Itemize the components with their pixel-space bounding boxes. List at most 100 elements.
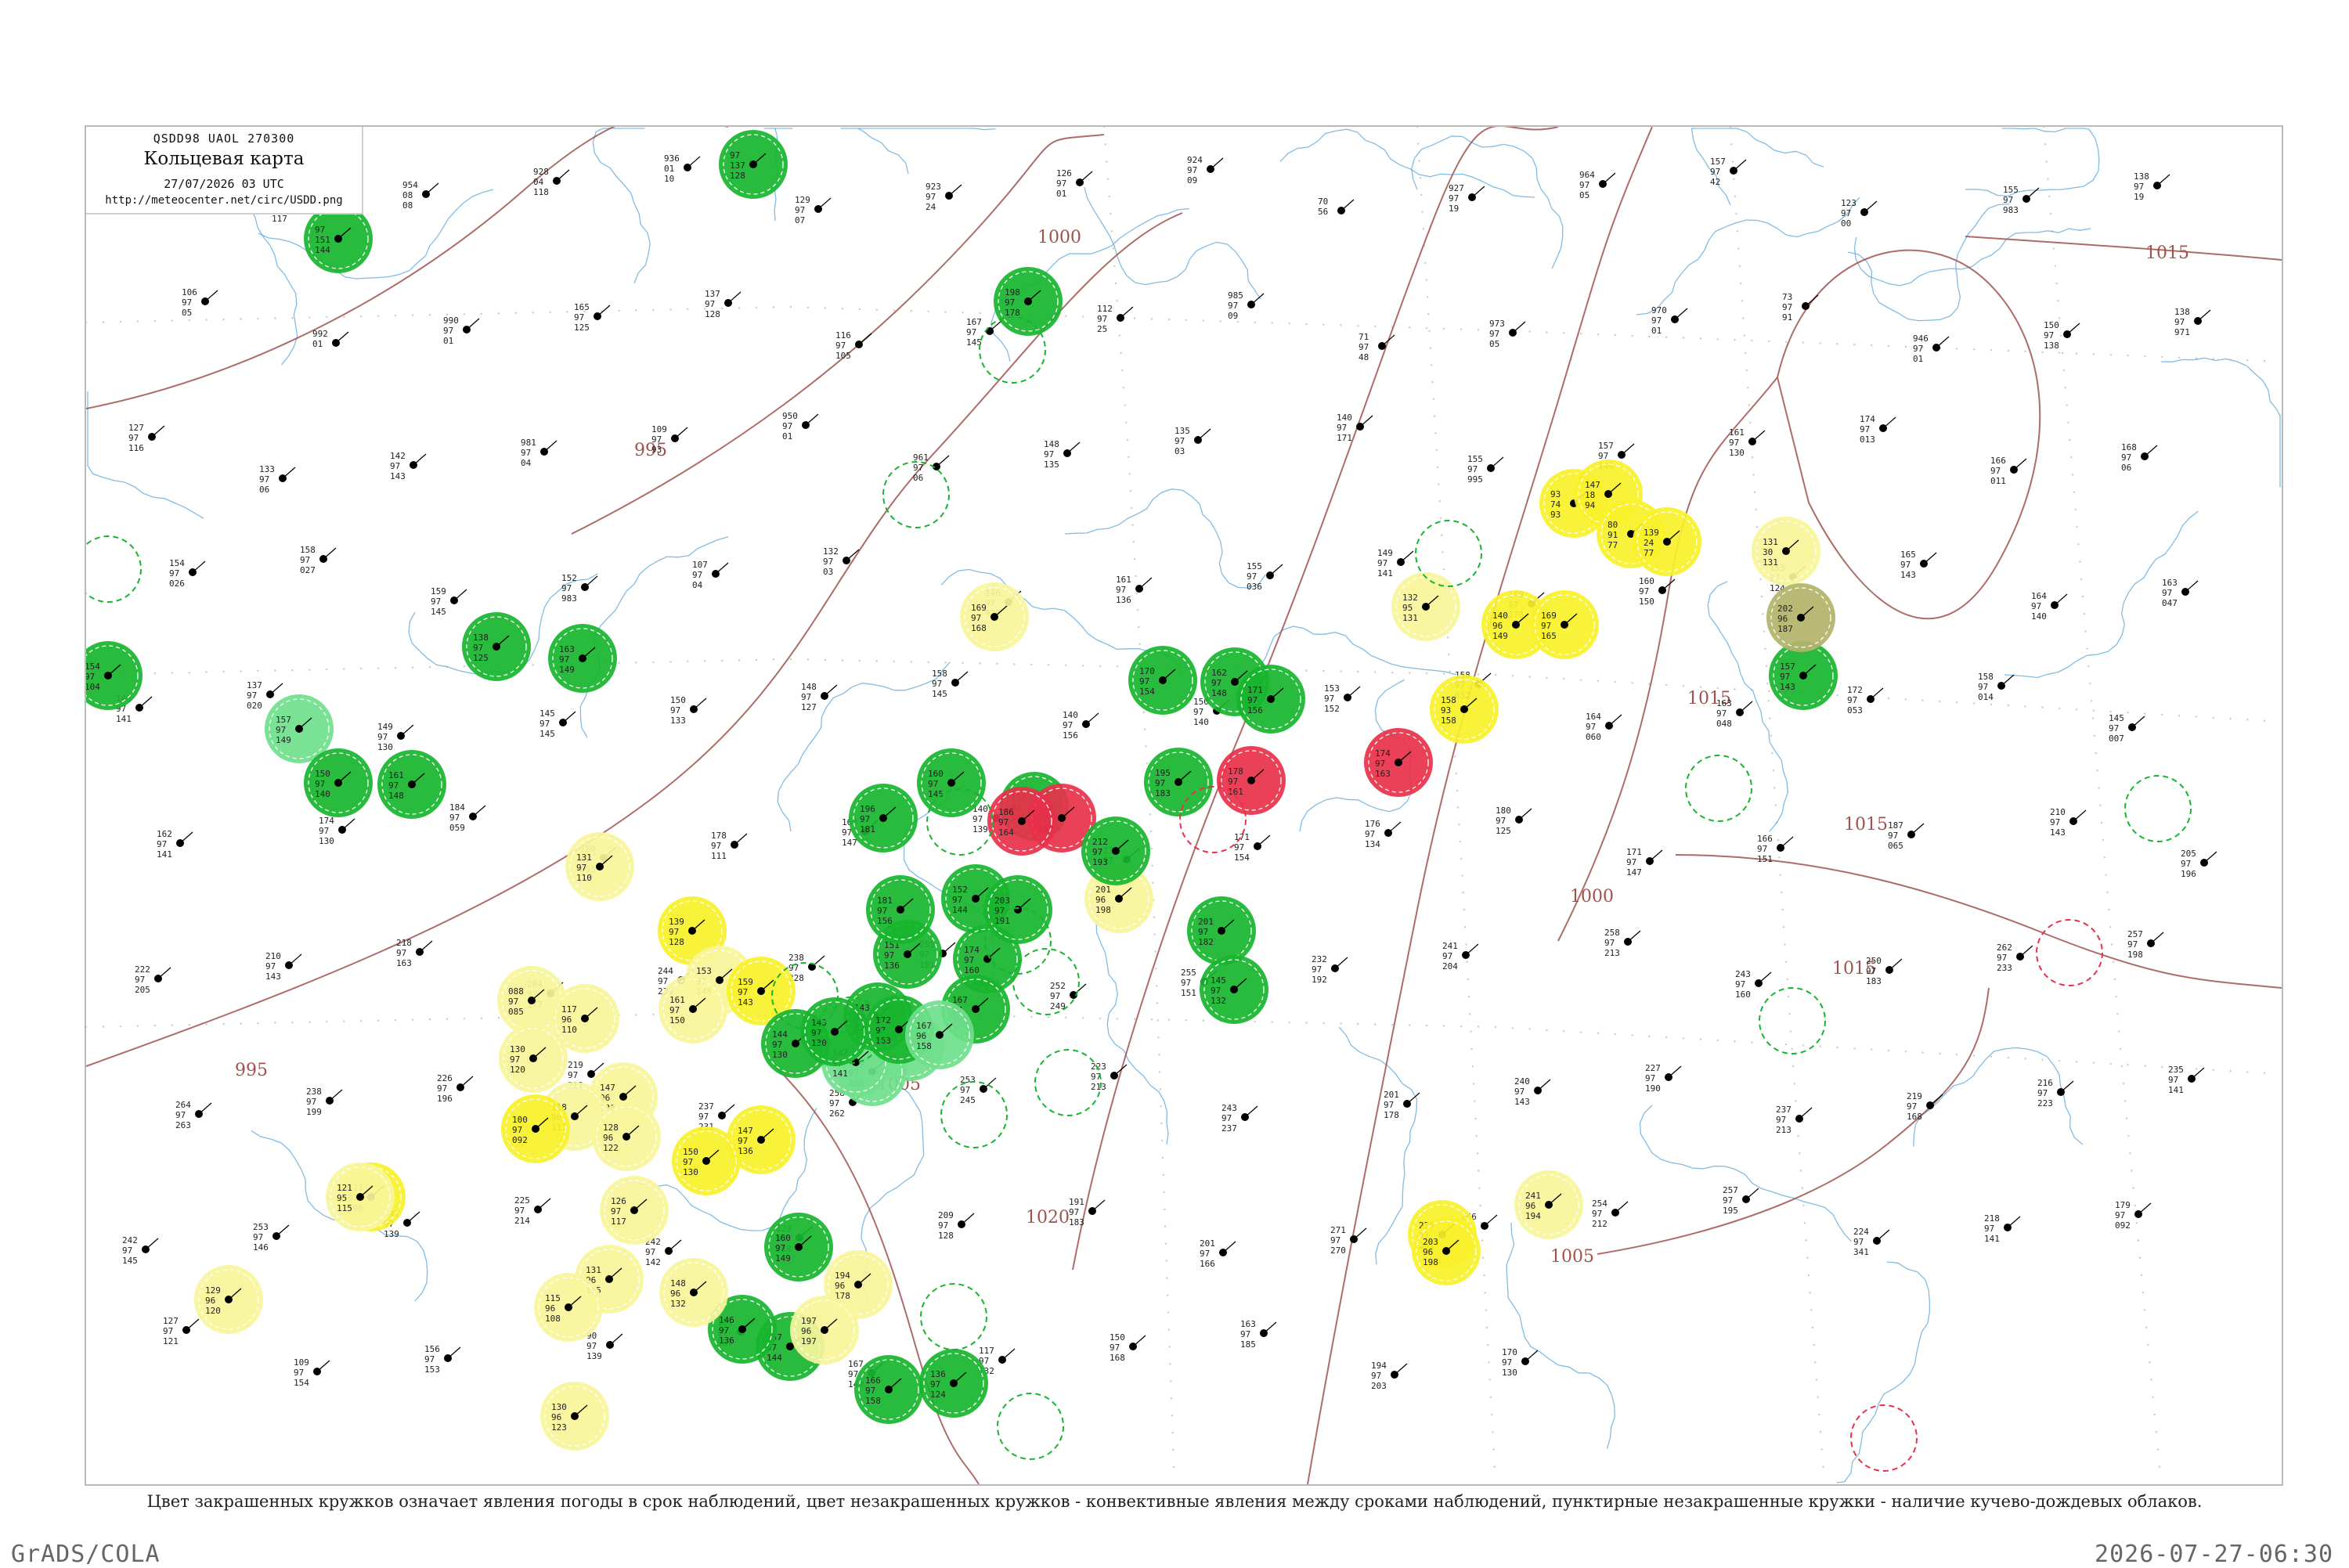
graticule-dot: [755, 306, 758, 309]
graticule-dot: [1806, 1256, 1809, 1259]
station-value: 97: [2127, 939, 2138, 950]
station-plot: 9249709: [1187, 155, 1224, 186]
station-value: 93: [1550, 489, 1561, 499]
graticule-dot: [2075, 1061, 2078, 1063]
station-value: 97: [300, 555, 310, 565]
station-value: 115: [337, 1203, 352, 1213]
station-plot: 25897213: [1604, 928, 1641, 958]
source-url[interactable]: http://meteocenter.net/circ/USDD.png: [86, 194, 362, 207]
wind-barb-icon: [2019, 945, 2033, 957]
station-plot: 25797198: [2127, 929, 2164, 960]
graticule-dot: [1169, 1363, 1171, 1365]
graticule-dot: [2135, 1222, 2138, 1224]
station-value: 06: [913, 473, 923, 483]
station-value: 97: [2121, 452, 2131, 463]
station-value: 183: [1866, 976, 1882, 986]
graticule-dot: [1483, 1274, 1485, 1277]
station-value: 97: [1097, 314, 1107, 324]
graticule-dot: [2145, 1326, 2148, 1328]
wind-barb-icon: [1079, 171, 1093, 183]
station-value: 184: [449, 802, 465, 813]
graticule-dot: [1780, 891, 1783, 893]
station-value: 011: [1990, 476, 2006, 486]
station-value: 96: [603, 1133, 613, 1143]
weather-circle-station: 20296187: [1766, 583, 1835, 652]
station-value: 130: [772, 1050, 788, 1060]
station-value: 154: [169, 558, 185, 568]
graticule-dot: [2087, 665, 2090, 668]
station-value: 210: [2050, 807, 2066, 817]
station-plot: 23897199: [306, 1087, 343, 1117]
station-value: 227: [1645, 1063, 1661, 1073]
station-value: 224: [1853, 1227, 1869, 1237]
map-canvas: 9951000995100010051005101510151015101510…: [86, 127, 2282, 1484]
station-value: 088: [508, 986, 524, 997]
station-value: 97: [437, 1083, 447, 1094]
graticule-dot: [2134, 1204, 2136, 1207]
graticule-dot: [2129, 1152, 2131, 1155]
station-value: 157: [276, 715, 291, 725]
station-value: 264: [175, 1100, 191, 1110]
graticule-dot: [1815, 1379, 1818, 1381]
station-value: 127: [163, 1316, 179, 1326]
graticule-dot: [1921, 1051, 1924, 1054]
graticule-dot: [222, 1022, 225, 1026]
station-plot: 25397146: [253, 1222, 290, 1253]
graticule-dot: [1799, 1152, 1801, 1155]
graticule-dot: [1065, 315, 1067, 317]
river-line: [1836, 1261, 1930, 1483]
station-value: 124: [930, 1390, 946, 1400]
graticule-dot: [1489, 1396, 1492, 1398]
station-value: 42: [1710, 177, 1720, 187]
station-value: 250: [1866, 956, 1882, 966]
station-value: 120: [205, 1306, 221, 1316]
station-value: 97: [823, 557, 833, 567]
river-line: [1064, 488, 1266, 589]
station-plot: 9649705: [1579, 170, 1616, 200]
weather-circle-station: 20396198: [1412, 1217, 1481, 1285]
graticule-dot: [377, 1019, 380, 1022]
station-plot: 10997154: [294, 1357, 330, 1388]
wind-barb-icon: [1602, 172, 1616, 185]
graticule-dot: [1768, 690, 1770, 693]
station-value: 97: [971, 613, 981, 623]
station-value: 138: [2044, 341, 2059, 351]
graticule-dot: [1528, 1028, 1531, 1030]
wind-barb-icon: [269, 683, 283, 695]
graticule-dot: [2109, 1062, 2112, 1065]
graticule-dot: [1579, 679, 1582, 681]
station-value: 142: [645, 1257, 661, 1267]
station-value: 117: [611, 1217, 626, 1227]
graticule-dot: [1466, 961, 1468, 963]
station-plot: 16197136: [1116, 575, 1153, 605]
station-value: 110: [576, 873, 592, 883]
wind-barb-icon: [1244, 1105, 1258, 1118]
station-value: 183: [1155, 788, 1171, 798]
station-value: 104: [86, 682, 100, 692]
station-value: 141: [2168, 1085, 2184, 1095]
station-plot: 16697011: [1990, 456, 2027, 486]
station-value: 198: [1005, 287, 1020, 297]
graticule-dot: [1202, 1019, 1205, 1022]
graticule-dot: [1801, 1187, 1803, 1189]
wind-barb-icon: [1394, 1363, 1408, 1375]
graticule-dot: [1113, 265, 1116, 267]
station-plot: 17497130: [319, 816, 355, 846]
graticule-dot: [1802, 341, 1805, 344]
wind-barb-icon: [1406, 1092, 1420, 1105]
station-value: 020: [247, 701, 262, 711]
graticule-dot: [772, 658, 775, 661]
graticule-dot: [1441, 534, 1443, 536]
station-value: 060: [1586, 732, 1601, 742]
station-value: 03: [1174, 446, 1185, 456]
station-value: 97: [801, 692, 811, 702]
graticule-dot: [1150, 847, 1153, 850]
station-value: 24: [926, 202, 936, 212]
graticule-dot: [875, 308, 878, 311]
graticule-dot: [257, 317, 259, 320]
graticule-dot: [1428, 330, 1431, 333]
graticule-dot: [153, 672, 157, 675]
station-value: 216: [2037, 1078, 2053, 1088]
wind-barb-icon: [1120, 306, 1134, 319]
graticule-dot: [1493, 1465, 1496, 1468]
